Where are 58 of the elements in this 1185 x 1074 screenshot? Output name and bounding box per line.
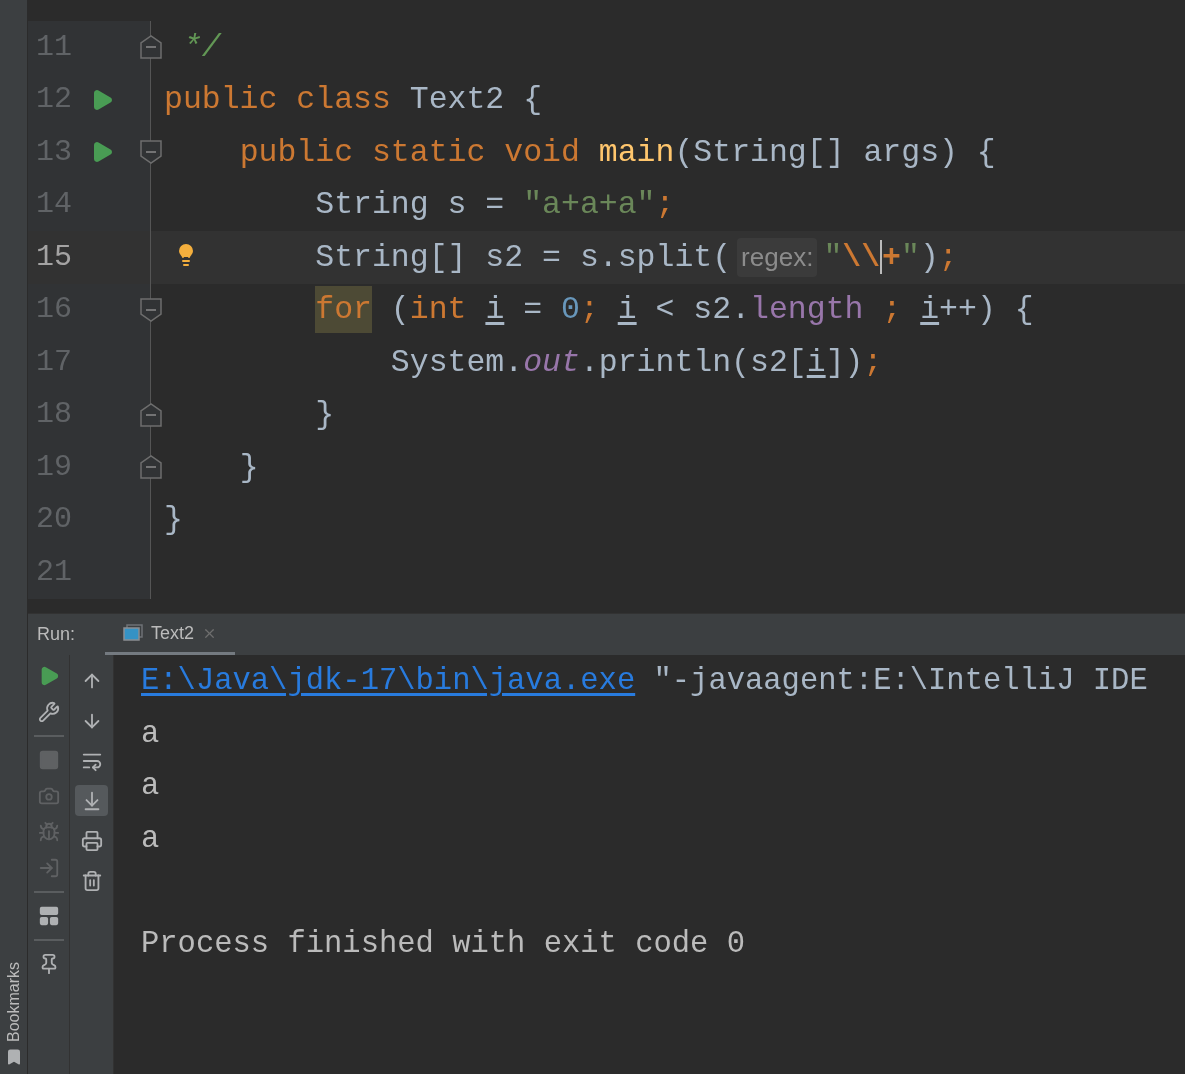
- run-tab[interactable]: Text2: [105, 614, 236, 655]
- run-panel-label: Run:: [37, 623, 76, 646]
- code-token: +: [882, 238, 901, 277]
- fold-marker-icon[interactable]: [140, 455, 162, 479]
- code-token: int: [409, 291, 468, 330]
- code-token: ;: [882, 291, 903, 330]
- code-token: length: [750, 291, 864, 330]
- code-token: */: [182, 28, 221, 67]
- code-token: ]): [825, 343, 864, 382]
- code-token: Text2 {: [409, 81, 543, 120]
- code-token: .println(s2[: [579, 343, 807, 382]
- code-token: ;: [863, 343, 883, 382]
- code-token: 0: [561, 291, 580, 330]
- code-token: String s =: [315, 186, 506, 225]
- code-token: ": [823, 238, 843, 277]
- code-token: }: [315, 396, 335, 435]
- wrench-icon[interactable]: [37, 701, 60, 723]
- code-token: ;: [579, 291, 600, 330]
- code-token: =: [523, 291, 544, 330]
- code-token: i: [920, 291, 940, 330]
- fold-marker-icon[interactable]: [140, 140, 162, 164]
- code-token: public class: [164, 81, 392, 120]
- code-token: (String[] args) {: [674, 133, 996, 172]
- console-output: a: [141, 768, 160, 806]
- code-token: "a+a+a": [523, 186, 656, 225]
- console-link[interactable]: E:\Java\jdk-17\bin\java.exe: [141, 659, 636, 706]
- code-token: \\: [842, 238, 881, 277]
- code-token: ++) {: [939, 291, 1034, 330]
- code-token: out: [523, 343, 580, 382]
- code-token: ;: [655, 186, 675, 225]
- line-number: 15: [35, 238, 72, 276]
- code-token: "-javaagent:E:\IntelliJ IDE: [653, 663, 1148, 701]
- code-token: }: [239, 448, 259, 487]
- console-output: a: [141, 715, 160, 753]
- code-token: ;: [938, 238, 958, 277]
- code-token: i: [485, 291, 505, 330]
- fold-marker-icon[interactable]: [140, 35, 162, 59]
- code-token: System.: [390, 343, 524, 382]
- code-token: ": [901, 238, 920, 277]
- code-token: for: [315, 286, 372, 334]
- code-token: main: [598, 133, 675, 172]
- code-token: i: [617, 291, 637, 330]
- scroll-to-end-icon[interactable]: [75, 785, 108, 816]
- code-token: (: [390, 291, 410, 330]
- code-token: ): [919, 238, 939, 277]
- exit-message: Process finished with exit code 0: [141, 925, 745, 963]
- code-token: i: [806, 343, 826, 382]
- console-output: a: [141, 820, 160, 858]
- code-token: < s2.: [655, 291, 751, 330]
- bookmarks-tab[interactable]: Bookmarks: [3, 961, 24, 1042]
- parameter-hint: regex:: [737, 237, 818, 277]
- code-token: public static void: [239, 133, 581, 172]
- code-token: String[] s2 = s.split(: [315, 238, 732, 277]
- fold-marker-icon[interactable]: [140, 297, 162, 322]
- text-cursor: [880, 240, 883, 275]
- layout-icon[interactable]: [37, 905, 60, 927]
- code-token: }: [164, 501, 183, 540]
- window-icon: [123, 624, 144, 642]
